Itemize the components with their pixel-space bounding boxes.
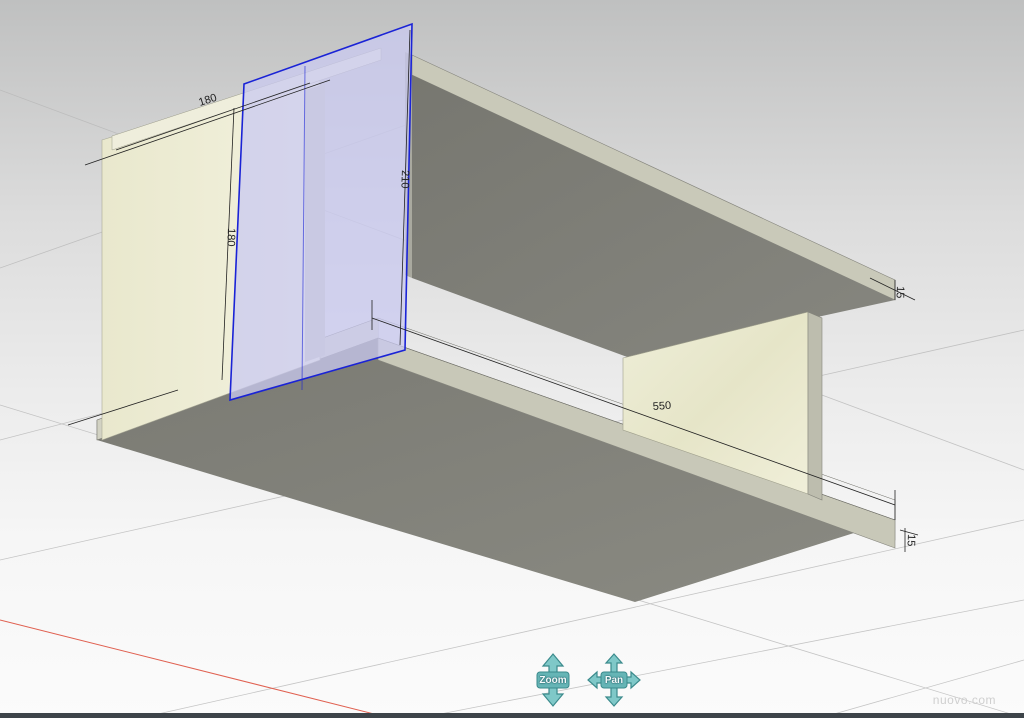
pan-label: Pan	[604, 674, 624, 686]
3d-viewport[interactable]: 180 180 210 550 15 15 Zoom Pan nuovo.com	[0, 0, 1024, 718]
selected-panel[interactable]	[229, 22, 413, 402]
cabinet-scene[interactable]: 180 180 210 550 15 15	[0, 0, 1024, 718]
dim-label-thickness-top: 15	[894, 286, 906, 299]
dim-label-height-selected: 210	[398, 170, 411, 189]
x-axis-line	[0, 619, 391, 718]
pan-button[interactable]: Pan	[586, 652, 642, 708]
dim-label-length-bottom: 550	[652, 400, 671, 413]
dim-label-height-inner: 180	[224, 228, 237, 247]
zoom-button[interactable]: Zoom	[525, 652, 581, 708]
dim-label-thickness-bottom: 15	[905, 534, 917, 547]
bottom-status-bar	[0, 713, 1024, 718]
zoom-label: Zoom	[539, 674, 567, 686]
top-board[interactable]	[405, 52, 896, 358]
watermark: nuovo.com	[932, 693, 996, 707]
